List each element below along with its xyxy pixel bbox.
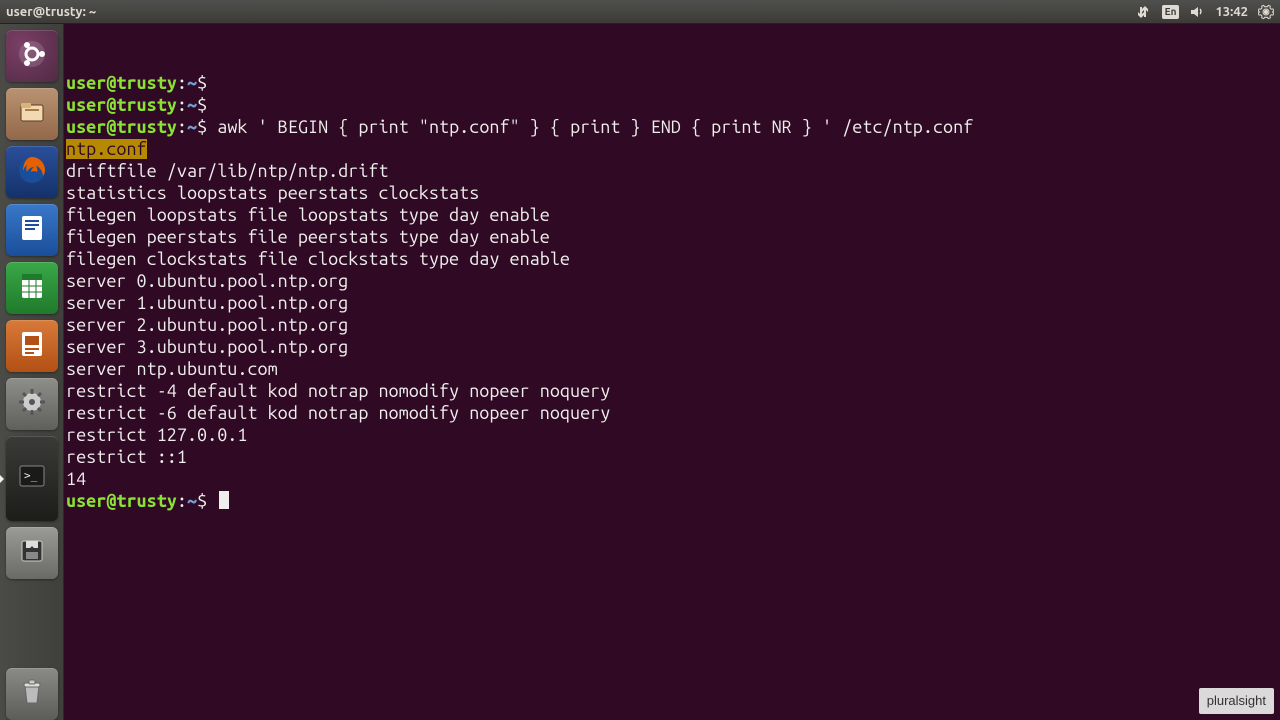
- terminal-line: server ntp.ubuntu.com: [66, 358, 1278, 380]
- output-text: filegen loopstats file loopstats type da…: [66, 205, 550, 225]
- terminal-line: restrict 127.0.0.1: [66, 424, 1278, 446]
- output-text: server 1.ubuntu.pool.ntp.org: [66, 293, 348, 313]
- terminal-line: user@trusty:~$ awk ' BEGIN { print "ntp.…: [66, 116, 1278, 138]
- keyboard-layout-indicator[interactable]: En: [1162, 5, 1180, 19]
- output-text: restrict ::1: [66, 447, 187, 467]
- output-text: statistics loopstats peerstats clockstat…: [66, 183, 479, 203]
- prompt-path: ~: [187, 73, 197, 93]
- files-icon: [15, 95, 49, 133]
- terminal-line: ntp.conf: [66, 138, 1278, 160]
- watermark: pluralsight: [1199, 688, 1274, 714]
- launcher-writer[interactable]: [6, 204, 58, 256]
- launcher-files[interactable]: [6, 88, 58, 140]
- prompt-user: user@trusty: [66, 491, 177, 511]
- launcher-impress[interactable]: [6, 320, 58, 372]
- terminal-line: driftfile /var/lib/ntp/ntp.drift: [66, 160, 1278, 182]
- terminal-line: user@trusty:~$: [66, 94, 1278, 116]
- output-text: server 0.ubuntu.pool.ntp.org: [66, 271, 348, 291]
- calc-icon: [15, 269, 49, 307]
- launcher-ubuntu-dash[interactable]: [6, 30, 58, 82]
- launcher-firefox[interactable]: [6, 146, 58, 198]
- output-text: 14: [66, 469, 86, 489]
- ubuntu-icon: [15, 37, 49, 75]
- window-title: user@trusty: ~: [6, 5, 96, 19]
- output-text: filegen clockstats file clockstats type …: [66, 249, 570, 269]
- cursor: [219, 491, 229, 509]
- output-text: restrict 127.0.0.1: [66, 425, 247, 445]
- terminal-line: 14: [66, 468, 1278, 490]
- launcher-save-media[interactable]: [6, 527, 58, 579]
- terminal-line: server 2.ubuntu.pool.ntp.org: [66, 314, 1278, 336]
- terminal-line: filegen peerstats file peerstats type da…: [66, 226, 1278, 248]
- sound-icon[interactable]: [1189, 4, 1205, 20]
- save-icon: [15, 534, 49, 572]
- terminal-icon: >_: [15, 459, 49, 498]
- impress-icon: [15, 327, 49, 365]
- terminal[interactable]: user@trusty:~$ user@trusty:~$ user@trust…: [64, 24, 1280, 720]
- session-gear-icon[interactable]: [1258, 4, 1274, 20]
- prompt-path: ~: [187, 95, 197, 115]
- launcher-trash[interactable]: [6, 668, 58, 720]
- svg-text:>_: >_: [24, 469, 38, 482]
- output-text: restrict -4 default kod notrap nomodify …: [66, 381, 610, 401]
- prompt-user: user@trusty: [66, 95, 177, 115]
- terminal-line: filegen loopstats file loopstats type da…: [66, 204, 1278, 226]
- output-text: driftfile /var/lib/ntp/ntp.drift: [66, 161, 389, 181]
- output-text: restrict -6 default kod notrap nomodify …: [66, 403, 610, 423]
- terminal-line: restrict ::1: [66, 446, 1278, 468]
- output-text: filegen peerstats file peerstats type da…: [66, 227, 550, 247]
- launcher-calc[interactable]: [6, 262, 58, 314]
- writer-icon: [15, 211, 49, 249]
- terminal-line: filegen clockstats file clockstats type …: [66, 248, 1278, 270]
- prompt-path: ~: [187, 117, 197, 137]
- launcher-terminal[interactable]: >_: [6, 436, 58, 521]
- top-panel: user@trusty: ~ En 13:42: [0, 0, 1280, 24]
- prompt-user: user@trusty: [66, 117, 177, 137]
- firefox-icon: [15, 153, 49, 191]
- terminal-line: server 0.ubuntu.pool.ntp.org: [66, 270, 1278, 292]
- terminal-line: restrict -4 default kod notrap nomodify …: [66, 380, 1278, 402]
- trash-icon: [15, 675, 49, 713]
- network-icon[interactable]: [1136, 4, 1152, 20]
- terminal-line: server 3.ubuntu.pool.ntp.org: [66, 336, 1278, 358]
- terminal-line: user@trusty:~$: [66, 72, 1278, 94]
- terminal-line: server 1.ubuntu.pool.ntp.org: [66, 292, 1278, 314]
- prompt-user: user@trusty: [66, 73, 177, 93]
- settings-icon: [15, 385, 49, 423]
- output-text: server 2.ubuntu.pool.ntp.org: [66, 315, 348, 335]
- terminal-line: restrict -6 default kod notrap nomodify …: [66, 402, 1278, 424]
- command-text: awk ' BEGIN { print "ntp.conf" } { print…: [217, 117, 973, 137]
- terminal-line: user@trusty:~$: [66, 490, 1278, 512]
- unity-launcher: >_: [0, 24, 64, 720]
- output-text: server 3.ubuntu.pool.ntp.org: [66, 337, 348, 357]
- clock[interactable]: 13:42: [1215, 5, 1248, 19]
- output-text: server ntp.ubuntu.com: [66, 359, 278, 379]
- output-highlight: ntp.conf: [66, 139, 147, 159]
- launcher-settings[interactable]: [6, 378, 58, 430]
- terminal-line: statistics loopstats peerstats clockstat…: [66, 182, 1278, 204]
- prompt-path: ~: [187, 491, 197, 511]
